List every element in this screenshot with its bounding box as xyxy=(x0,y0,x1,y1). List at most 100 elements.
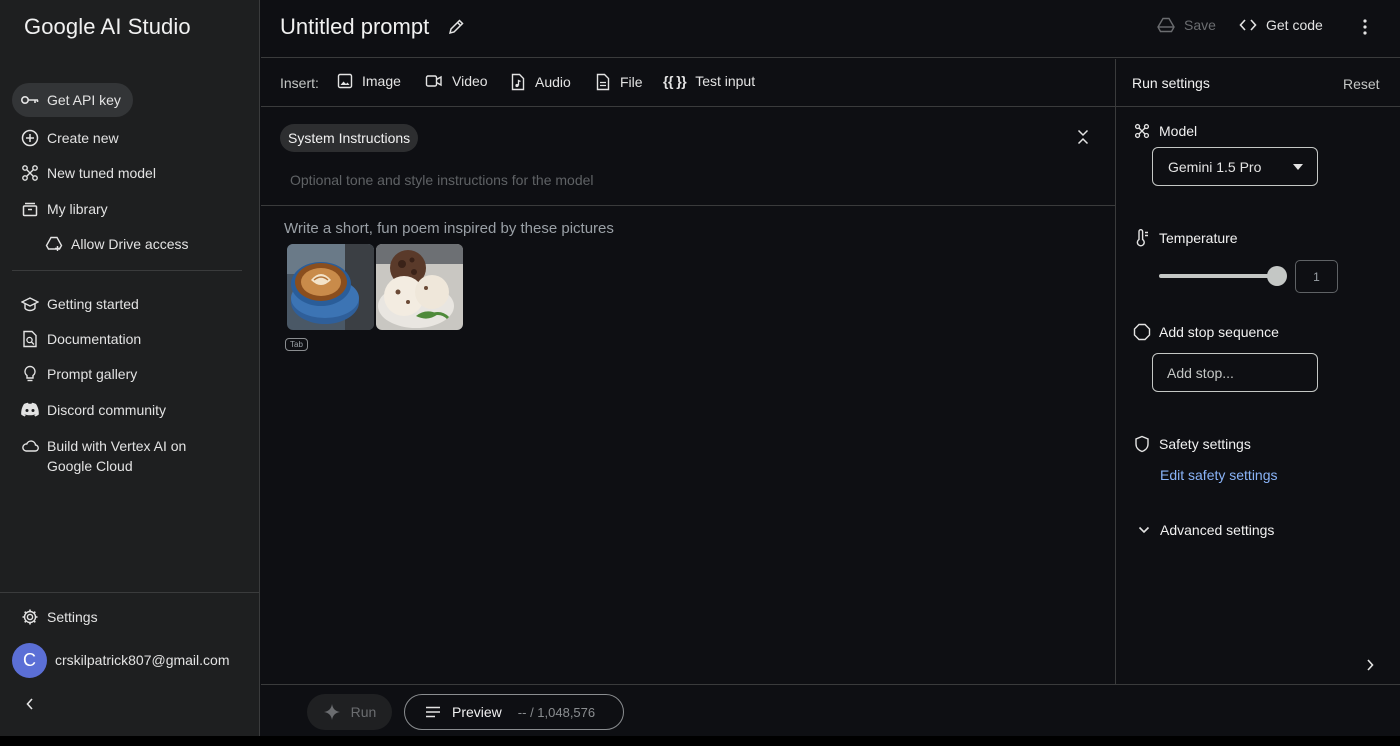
drive-icon xyxy=(44,234,64,254)
drive-save-icon xyxy=(1157,17,1175,33)
sidebar-item-my-library[interactable]: My library xyxy=(12,192,108,226)
temperature-slider-thumb[interactable] xyxy=(1267,266,1287,286)
system-instructions-input[interactable]: Optional tone and style instructions for… xyxy=(290,172,594,188)
run-button[interactable]: Run xyxy=(307,694,392,730)
lightbulb-icon xyxy=(20,364,40,384)
temperature-value-input[interactable]: 1 xyxy=(1295,260,1338,293)
stop-sequence-label: Add stop sequence xyxy=(1132,323,1279,341)
sidebar-item-label: Build with Vertex AI on xyxy=(47,438,187,454)
sidebar-item-allow-drive-access[interactable]: Allow Drive access xyxy=(36,227,188,261)
sidebar-item-prompt-gallery[interactable]: Prompt gallery xyxy=(12,357,137,391)
file-icon xyxy=(595,73,611,91)
sidebar-item-vertex-ai[interactable]: Build with Vertex AI on Google Cloud xyxy=(12,436,186,480)
sidebar-item-create-new[interactable]: Create new xyxy=(12,121,119,155)
insert-test-input-label: Test input xyxy=(695,73,756,89)
insert-file-button[interactable]: File xyxy=(595,73,643,91)
sidebar-item-label: Getting started xyxy=(47,296,139,312)
sidebar-item-get-api-key[interactable]: Get API key xyxy=(12,83,133,117)
sidebar-bottom-divider xyxy=(0,592,260,593)
chevron-down-icon xyxy=(1138,526,1150,534)
caret-down-icon xyxy=(1293,164,1303,170)
model-label: Model xyxy=(1132,123,1197,139)
sidebar-item-label: Documentation xyxy=(47,331,142,347)
stop-sequence-input[interactable] xyxy=(1152,353,1318,392)
temperature-label: Temperature xyxy=(1132,229,1238,247)
save-button[interactable]: Save xyxy=(1157,17,1216,33)
model-select-value: Gemini 1.5 Pro xyxy=(1168,158,1262,175)
sidebar-item-settings[interactable]: Settings xyxy=(12,600,98,634)
sidebar-item-discord-community[interactable]: Discord community xyxy=(12,393,166,427)
model-label-text: Model xyxy=(1159,123,1198,139)
pencil-icon xyxy=(448,19,464,35)
insert-test-input-button[interactable]: {{ }} Test input xyxy=(663,73,755,89)
advanced-settings-toggle[interactable]: Advanced settings xyxy=(1138,522,1274,538)
collapse-icon xyxy=(1077,129,1089,145)
avatar[interactable]: C xyxy=(12,643,47,678)
bottom-edge xyxy=(0,736,1400,746)
sidebar-item-new-tuned-model[interactable]: New tuned model xyxy=(12,156,156,190)
insert-label: Insert: xyxy=(280,75,319,91)
braces-icon: {{ }} xyxy=(663,73,687,89)
chevron-right-icon xyxy=(1367,659,1374,671)
tune-icon xyxy=(20,163,40,183)
insert-image-button[interactable]: Image xyxy=(337,73,401,89)
temperature-slider-track[interactable] xyxy=(1159,274,1277,278)
safety-settings-label-text: Safety settings xyxy=(1159,436,1251,452)
token-count: -- / 1,048,576 xyxy=(517,704,596,720)
image-thumbnail-ice-cream[interactable] xyxy=(376,244,463,330)
insert-image-label: Image xyxy=(362,73,401,89)
edit-safety-settings-link[interactable]: Edit safety settings xyxy=(1160,467,1278,483)
chevron-left-icon xyxy=(26,698,33,710)
run-settings-panel: Run settings Reset Model Gemini 1.5 Pro … xyxy=(1115,59,1400,684)
reset-button[interactable]: Reset xyxy=(1343,76,1380,92)
page-title[interactable]: Untitled prompt xyxy=(280,14,429,40)
tab-hint-badge: Tab xyxy=(285,338,308,351)
get-code-label: Get code xyxy=(1266,17,1323,33)
preview-button[interactable]: Preview -- / 1,048,576 xyxy=(404,694,624,730)
more-vert-icon xyxy=(1363,19,1367,35)
sidebar-item-label: My library xyxy=(47,201,108,217)
collapse-sidebar-button[interactable] xyxy=(20,694,40,714)
image-thumbnail-coffee[interactable] xyxy=(287,244,374,330)
edit-title-button[interactable] xyxy=(447,18,465,36)
run-label: Run xyxy=(350,704,377,720)
user-email: crskilpatrick807@gmail.com xyxy=(55,652,230,668)
save-label: Save xyxy=(1184,17,1216,33)
run-settings-title: Run settings xyxy=(1132,75,1210,91)
stop-sequence-label-text: Add stop sequence xyxy=(1159,324,1279,340)
prompt-input[interactable]: Write a short, fun poem inspired by thes… xyxy=(284,220,614,237)
library-icon xyxy=(20,199,40,219)
sidebar-divider xyxy=(12,270,242,271)
advanced-settings-label: Advanced settings xyxy=(1160,522,1275,538)
plus-circle-icon xyxy=(20,128,40,148)
expand-panel-button[interactable] xyxy=(1365,658,1375,672)
school-icon xyxy=(20,294,40,314)
insert-audio-label: Audio xyxy=(535,74,571,90)
app-logo[interactable]: Google AI Studio xyxy=(24,14,191,40)
get-code-button[interactable]: Get code xyxy=(1239,17,1323,33)
audio-file-icon xyxy=(510,73,526,91)
system-instructions-chip[interactable]: System Instructions xyxy=(280,124,419,152)
key-icon xyxy=(20,90,40,110)
sidebar-item-documentation[interactable]: Documentation xyxy=(12,322,141,356)
system-instructions-panel: System Instructions Optional tone and st… xyxy=(261,108,1115,206)
insert-video-button[interactable]: Video xyxy=(425,73,488,89)
sidebar-item-label: Create new xyxy=(47,130,119,146)
temperature-label-text: Temperature xyxy=(1159,230,1238,246)
video-icon xyxy=(425,74,443,88)
sidebar: Google AI Studio Get API key Create new … xyxy=(0,0,260,746)
sidebar-item-getting-started[interactable]: Getting started xyxy=(12,287,139,321)
sidebar-item-label: Settings xyxy=(47,609,98,625)
sidebar-item-label: Allow Drive access xyxy=(71,236,189,252)
collapse-system-instructions-button[interactable] xyxy=(1076,128,1090,146)
octagon-icon xyxy=(1132,323,1152,341)
image-icon xyxy=(337,73,353,89)
cloud-icon xyxy=(20,436,40,456)
more-options-button[interactable] xyxy=(1356,17,1374,37)
model-select[interactable]: Gemini 1.5 Pro xyxy=(1152,147,1318,186)
run-settings-header: Run settings Reset xyxy=(1116,59,1400,107)
insert-audio-button[interactable]: Audio xyxy=(510,73,571,91)
thermometer-icon xyxy=(1132,229,1152,247)
gear-icon xyxy=(20,607,40,627)
sidebar-item-label: Discord community xyxy=(47,402,167,418)
